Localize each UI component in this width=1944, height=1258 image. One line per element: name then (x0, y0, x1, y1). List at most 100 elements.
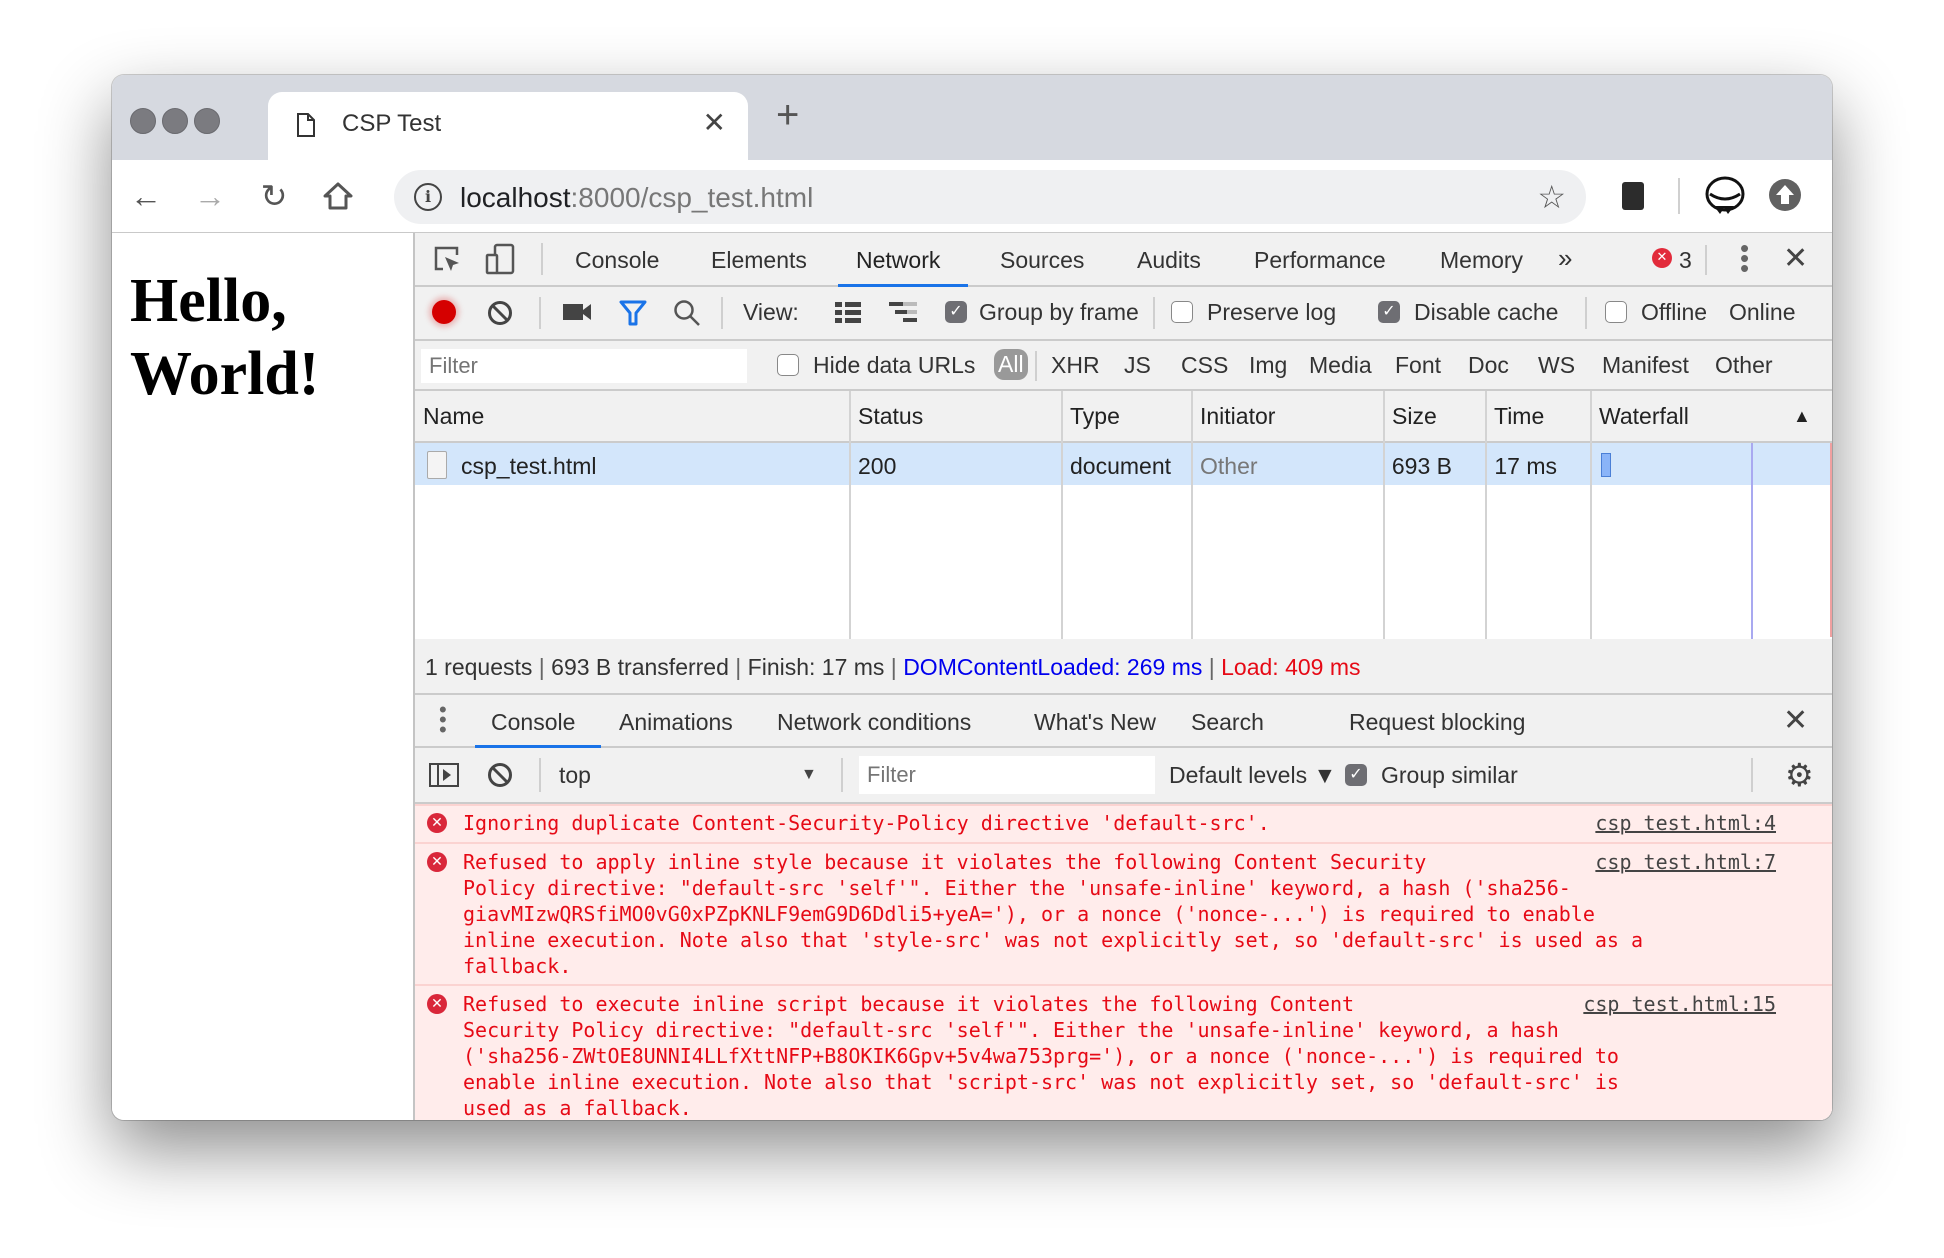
offline-label[interactable]: Offline (1641, 299, 1707, 326)
tab-elements[interactable]: Elements (711, 247, 807, 274)
url-text[interactable]: localhost:8000/csp_test.html (460, 182, 813, 214)
overview-icon[interactable] (889, 302, 919, 324)
console-messages: ✕ Ignoring duplicate Content-Security-Po… (415, 804, 1832, 1120)
type-filter-img[interactable]: Img (1249, 352, 1287, 379)
close-devtools-icon[interactable]: ✕ (1783, 241, 1808, 276)
close-tab-icon[interactable]: ✕ (703, 106, 726, 139)
disable-cache-label[interactable]: Disable cache (1414, 299, 1558, 326)
browser-tab[interactable]: CSP Test ✕ (268, 92, 748, 160)
clear-console-icon[interactable] (487, 762, 513, 788)
network-filter-input[interactable] (421, 349, 747, 383)
column-header-waterfall[interactable]: Waterfall (1599, 403, 1689, 430)
request-name[interactable]: csp_test.html (461, 453, 597, 480)
console-error-message: ✕ Ignoring duplicate Content-Security-Po… (415, 804, 1832, 842)
column-header-name[interactable]: Name (423, 403, 484, 430)
show-sidebar-icon[interactable] (429, 763, 459, 787)
message-source-link[interactable]: csp test.html:4 (1595, 810, 1776, 836)
drawer-tab-search[interactable]: Search (1191, 709, 1264, 736)
extension-icon[interactable] (1622, 182, 1644, 210)
drawer-tab-animations[interactable]: Animations (619, 709, 733, 736)
disable-cache-checkbox[interactable]: ✓ (1378, 301, 1400, 323)
device-toolbar-icon[interactable] (485, 243, 515, 275)
update-icon[interactable] (1768, 178, 1802, 212)
new-tab-button[interactable]: + (776, 95, 799, 135)
preserve-log-label[interactable]: Preserve log (1207, 299, 1336, 326)
drawer-tab-request-blocking[interactable]: Request blocking (1349, 709, 1525, 736)
type-filter-manifest[interactable]: Manifest (1602, 352, 1689, 379)
hide-data-urls-label[interactable]: Hide data URLs (813, 352, 975, 379)
dom-content-loaded: DOMContentLoaded: 269 ms (903, 654, 1203, 680)
group-similar-checkbox[interactable]: ✓ (1345, 764, 1367, 786)
network-summary-bar: 1 requests | 693 B transferred | Finish:… (415, 639, 1832, 695)
filter-icon[interactable] (619, 300, 647, 326)
tab-audits[interactable]: Audits (1137, 247, 1201, 274)
tab-title: CSP Test (342, 110, 442, 137)
kebab-menu-icon[interactable]: • • • (1740, 235, 1749, 281)
drawer-tab-network-conditions[interactable]: Network conditions (777, 709, 971, 736)
record-button[interactable] (432, 300, 456, 324)
zoom-window-button[interactable] (194, 108, 220, 134)
throttling-select[interactable]: Online (1729, 299, 1795, 326)
more-tabs-icon[interactable]: » (1558, 243, 1572, 274)
tab-network[interactable]: Network (856, 247, 940, 274)
tab-console[interactable]: Console (575, 247, 659, 274)
type-filter-font[interactable]: Font (1395, 352, 1441, 379)
log-levels-dropdown[interactable]: Default levels ▼ (1169, 762, 1336, 789)
drawer-tab-console[interactable]: Console (491, 709, 575, 736)
tab-sources[interactable]: Sources (1000, 247, 1084, 274)
screenshot-capture-icon[interactable] (563, 302, 593, 322)
clear-icon[interactable] (487, 300, 513, 326)
message-source-link[interactable]: csp test.html:7 (1595, 849, 1776, 875)
request-status: 200 (858, 453, 897, 479)
group-by-frame-label[interactable]: Group by frame (979, 299, 1139, 326)
console-filter-input[interactable] (859, 756, 1155, 794)
back-icon[interactable]: ← (126, 176, 166, 216)
column-header-initiator[interactable]: Initiator (1200, 403, 1275, 430)
error-count[interactable]: 3 (1679, 247, 1692, 274)
console-settings-gear-icon[interactable]: ⚙ (1785, 758, 1814, 792)
error-icon: ✕ (427, 852, 447, 872)
column-header-status[interactable]: Status (858, 403, 923, 430)
type-filter-other[interactable]: Other (1715, 352, 1773, 379)
home-icon[interactable] (318, 180, 358, 212)
type-filter-all[interactable]: All (994, 349, 1028, 380)
type-filter-css[interactable]: CSS (1181, 352, 1228, 379)
close-drawer-icon[interactable]: ✕ (1783, 703, 1808, 738)
offline-checkbox[interactable] (1605, 301, 1627, 323)
column-header-size[interactable]: Size (1392, 403, 1437, 430)
large-request-rows-icon[interactable] (835, 302, 861, 324)
group-by-frame-checkbox[interactable]: ✓ (945, 301, 967, 323)
address-bar[interactable]: i localhost:8000/csp_test.html ☆ (394, 170, 1586, 224)
type-filter-media[interactable]: Media (1309, 352, 1372, 379)
minimize-window-button[interactable] (162, 108, 188, 134)
type-filter-xhr[interactable]: XHR (1051, 352, 1100, 379)
browser-toolbar: ← → ↻ i localhost:8000/csp_test.html ☆ (112, 160, 1832, 233)
tab-performance[interactable]: Performance (1254, 247, 1386, 274)
inspect-element-icon[interactable] (433, 245, 461, 273)
context-selector[interactable]: top (559, 762, 591, 789)
context-dropdown-icon[interactable]: ▼ (801, 766, 817, 784)
tab-memory[interactable]: Memory (1440, 247, 1523, 274)
bookmark-star-icon[interactable]: ☆ (1537, 178, 1566, 216)
incognito-icon[interactable] (1702, 174, 1748, 218)
type-filter-js[interactable]: JS (1124, 352, 1151, 379)
message-source-link[interactable]: csp test.html:15 (1583, 991, 1776, 1017)
hide-data-urls-checkbox[interactable] (777, 354, 799, 376)
close-window-button[interactable] (130, 108, 156, 134)
tab-strip: CSP Test ✕ + (112, 75, 1832, 160)
error-count-icon[interactable]: ✕ (1652, 248, 1672, 268)
type-filter-ws[interactable]: WS (1538, 352, 1575, 379)
drawer-tab-whats-new[interactable]: What's New (1034, 709, 1156, 736)
drawer-menu-icon[interactable]: • • • (439, 699, 447, 741)
sort-ascending-icon[interactable]: ▲ (1793, 406, 1811, 427)
info-icon[interactable]: i (414, 183, 442, 211)
search-icon[interactable] (673, 299, 701, 327)
type-filter-doc[interactable]: Doc (1468, 352, 1509, 379)
column-header-time[interactable]: Time (1494, 403, 1544, 430)
group-similar-label[interactable]: Group similar (1381, 762, 1518, 789)
drawer-tab-bar: • • • Console Animations Network condition… (415, 695, 1832, 748)
preserve-log-checkbox[interactable] (1171, 301, 1193, 323)
column-header-type[interactable]: Type (1070, 403, 1120, 430)
forward-icon[interactable]: → (190, 176, 230, 216)
reload-icon[interactable]: ↻ (254, 176, 294, 216)
